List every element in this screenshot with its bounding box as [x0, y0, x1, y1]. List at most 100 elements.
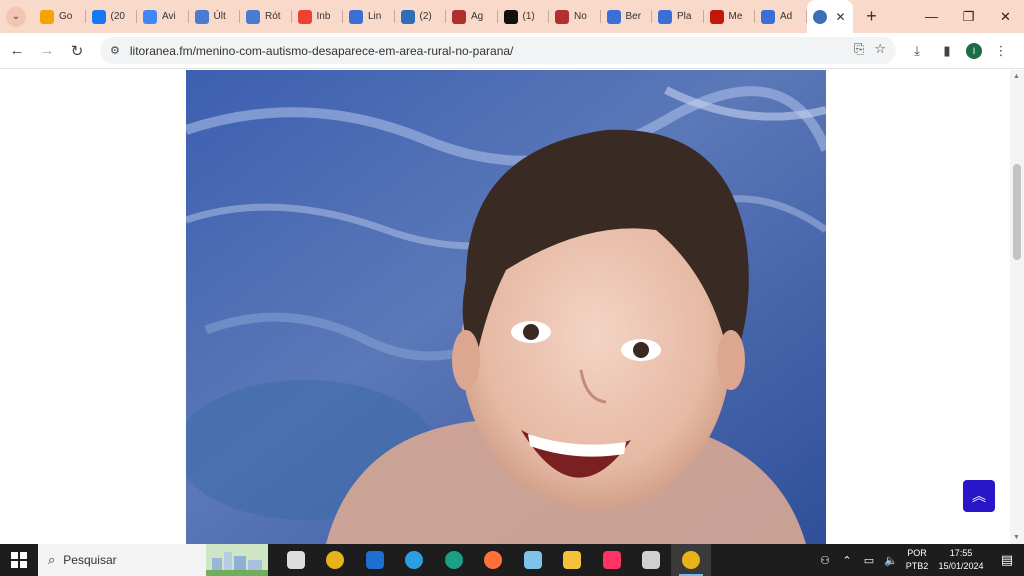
new-tab-button[interactable]: + — [859, 4, 885, 30]
tab-label: (2) — [419, 11, 432, 22]
taskbar-app-5[interactable] — [474, 544, 514, 576]
search-icon: ⌕ — [48, 552, 56, 567]
chrome-icon — [326, 551, 345, 569]
reload-button[interactable]: ↻ — [64, 38, 90, 64]
cloud-icon — [400, 9, 415, 24]
system-tray: ⚇ ⌃ ▭ 🔈 POR PTB2 17:55 15/01/2024 ▤ — [814, 544, 1024, 576]
tab-6[interactable]: Lin — [343, 0, 395, 33]
taskbar-app-8[interactable] — [592, 544, 632, 576]
g1-icon — [709, 9, 724, 24]
tab-0[interactable]: Go — [34, 0, 86, 33]
tab-8[interactable]: Ag — [446, 0, 498, 33]
shield-icon — [452, 9, 466, 24]
mail-icon — [365, 551, 384, 569]
tab-2[interactable]: Avi — [137, 0, 189, 33]
taskbar-app-1[interactable] — [316, 544, 356, 576]
shield-icon — [555, 9, 569, 24]
bp-icon — [658, 9, 672, 24]
scroll-up-arrow-icon[interactable]: ▲ — [1013, 73, 1020, 80]
tab-10[interactable]: No — [549, 0, 601, 33]
taskbar-app-0[interactable] — [276, 544, 316, 576]
indesign-icon — [602, 551, 621, 569]
close-window-button[interactable]: ✕ — [987, 0, 1024, 33]
taskbar-app-3[interactable] — [395, 544, 435, 576]
scroll-thumb[interactable] — [1013, 164, 1021, 260]
taskbar-app-2[interactable] — [355, 544, 395, 576]
ie-icon — [405, 551, 424, 569]
child-in-pool-image — [186, 70, 826, 544]
tab-search-button[interactable]: ⌄ — [6, 6, 26, 27]
tab-7[interactable]: (2) — [395, 0, 447, 33]
address-bar[interactable]: ⚙ litoranea.fm/menino-com-autismo-desapa… — [100, 37, 896, 64]
search-placeholder: Pesquisar — [63, 553, 117, 567]
browser-toolbar: ← → ↻ ⚙ litoranea.fm/menino-com-autismo-… — [0, 33, 1024, 69]
firefox-icon — [484, 551, 503, 569]
clock[interactable]: 17:55 15/01/2024 — [932, 547, 990, 573]
clock-time: 17:55 — [949, 548, 973, 558]
tab-label: Ad — [780, 11, 793, 22]
taskbar-app-4[interactable] — [434, 544, 474, 576]
tab-4[interactable]: Rót — [240, 0, 292, 33]
windows-logo-icon — [11, 552, 27, 568]
tab-close-icon[interactable]: ✕ — [836, 10, 846, 24]
page-viewport — [0, 70, 1010, 544]
start-button[interactable] — [0, 544, 38, 576]
bookmark-star-icon[interactable]: ☆ — [874, 41, 886, 57]
install-app-icon[interactable]: ⎘ — [854, 41, 864, 57]
input-language[interactable]: POR PTB2 — [902, 547, 932, 573]
file-explorer-icon — [563, 551, 582, 569]
url-text[interactable]: litoranea.fm/menino-com-autismo-desapare… — [130, 44, 514, 58]
notepad-icon — [523, 551, 542, 569]
back-button[interactable]: ← — [4, 38, 30, 64]
volume-icon[interactable]: 🔈 — [880, 554, 902, 567]
chevron-down-icon: ⌄ — [11, 11, 21, 22]
taskbar-apps — [276, 544, 711, 576]
forward-button[interactable]: → — [34, 38, 60, 64]
tab-12[interactable]: Pla — [652, 0, 704, 33]
notification-icon: ▤ — [1000, 552, 1014, 567]
taskbar-app-7[interactable] — [553, 544, 593, 576]
taskbar-app-9[interactable] — [632, 544, 672, 576]
back-to-top-button[interactable]: ︽ — [963, 480, 995, 512]
taskbar-app-10[interactable] — [671, 544, 711, 576]
menu-kebab-icon[interactable]: ⋮ — [990, 40, 1012, 62]
reload-icon: ↻ — [70, 42, 84, 60]
facebook-icon — [91, 9, 106, 24]
tab-11[interactable]: Ber — [601, 0, 653, 33]
lang-line1: POR — [907, 548, 927, 558]
tab-label: (20 — [110, 11, 125, 22]
tab-label: (1) — [522, 11, 535, 22]
restore-button[interactable]: ❐ — [950, 0, 987, 33]
tab-active[interactable]: ✕ — [806, 0, 853, 33]
tab-1[interactable]: (20 — [86, 0, 138, 33]
notifications-button[interactable]: ▤ — [990, 552, 1024, 568]
tab-14[interactable]: Ad — [755, 0, 807, 33]
tab-label: Rót — [265, 11, 281, 22]
task-view-icon — [286, 551, 305, 569]
paint-icon — [642, 551, 661, 569]
download-icon[interactable]: ⤓ — [906, 40, 928, 62]
tab-9[interactable]: (1) — [498, 0, 550, 33]
tab-list: Go (20 Avi Últ Rót Inb Lin (2) Ag (1) No Ber Pla Me Ad… — [34, 0, 853, 33]
tab-3[interactable]: Últ — [189, 0, 241, 33]
arrow-left-icon: ← — [9, 42, 25, 59]
chevron-up-icon[interactable]: ⌃ — [836, 554, 858, 567]
taskbar-app-6[interactable] — [513, 544, 553, 576]
minimize-button[interactable]: — — [913, 0, 950, 33]
people-icon[interactable]: ⚇ — [814, 554, 836, 567]
taskbar-search[interactable]: ⌕ Pesquisar — [38, 544, 268, 576]
tab-5[interactable]: Inb — [292, 0, 344, 33]
tab-label: Últ — [213, 11, 226, 22]
search-highlight-illustration-icon — [206, 544, 268, 576]
gmail-icon — [297, 9, 312, 24]
side-panel-icon[interactable]: ▮ — [936, 40, 958, 62]
site-info-icon[interactable]: ⚙ — [110, 44, 120, 57]
tab-13[interactable]: Me — [704, 0, 756, 33]
lang-line2: PTB2 — [905, 561, 929, 571]
tab-label: Lin — [368, 11, 382, 22]
profile-avatar[interactable]: I — [966, 42, 982, 59]
tab-label: No — [574, 11, 587, 22]
network-icon[interactable]: ▭ — [858, 554, 880, 567]
scroll-down-arrow-icon[interactable]: ▼ — [1013, 534, 1020, 541]
page-scrollbar[interactable]: ▲ ▼ — [1010, 70, 1024, 544]
